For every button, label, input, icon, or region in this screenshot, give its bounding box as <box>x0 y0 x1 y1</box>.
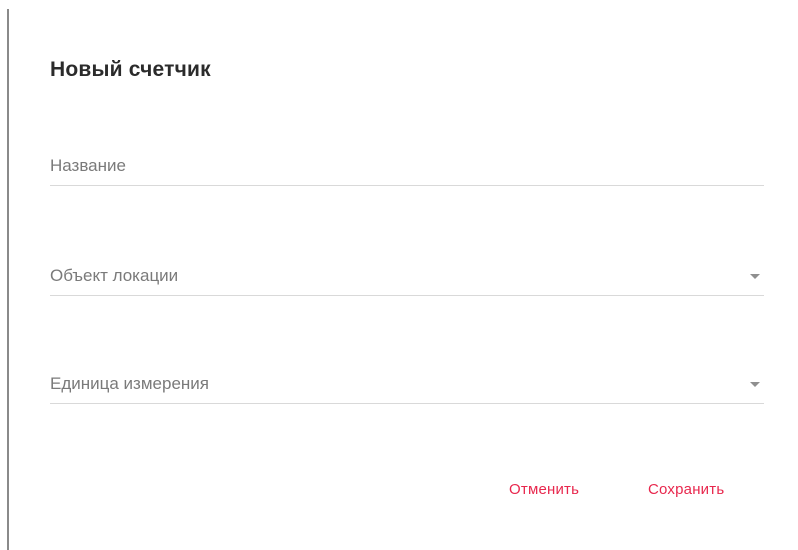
unit-select[interactable]: Единица измерения <box>50 363 764 404</box>
save-button[interactable]: Сохранить <box>648 481 724 498</box>
chevron-down-icon[interactable] <box>750 274 760 279</box>
location-object-select[interactable]: Объект локации <box>50 255 764 296</box>
chevron-down-icon[interactable] <box>750 382 760 387</box>
unit-label: Единица измерения <box>50 374 209 393</box>
name-field[interactable]: Название <box>50 145 764 186</box>
cancel-button[interactable]: Отменить <box>509 481 579 498</box>
name-field-label: Название <box>50 156 126 175</box>
new-meter-dialog: Новый счетчик Название Объект локации Ед… <box>9 9 798 550</box>
screen: Новый счетчик Название Объект локации Ед… <box>0 0 798 550</box>
dialog-title: Новый счетчик <box>50 58 211 81</box>
location-object-label: Объект локации <box>50 266 179 285</box>
